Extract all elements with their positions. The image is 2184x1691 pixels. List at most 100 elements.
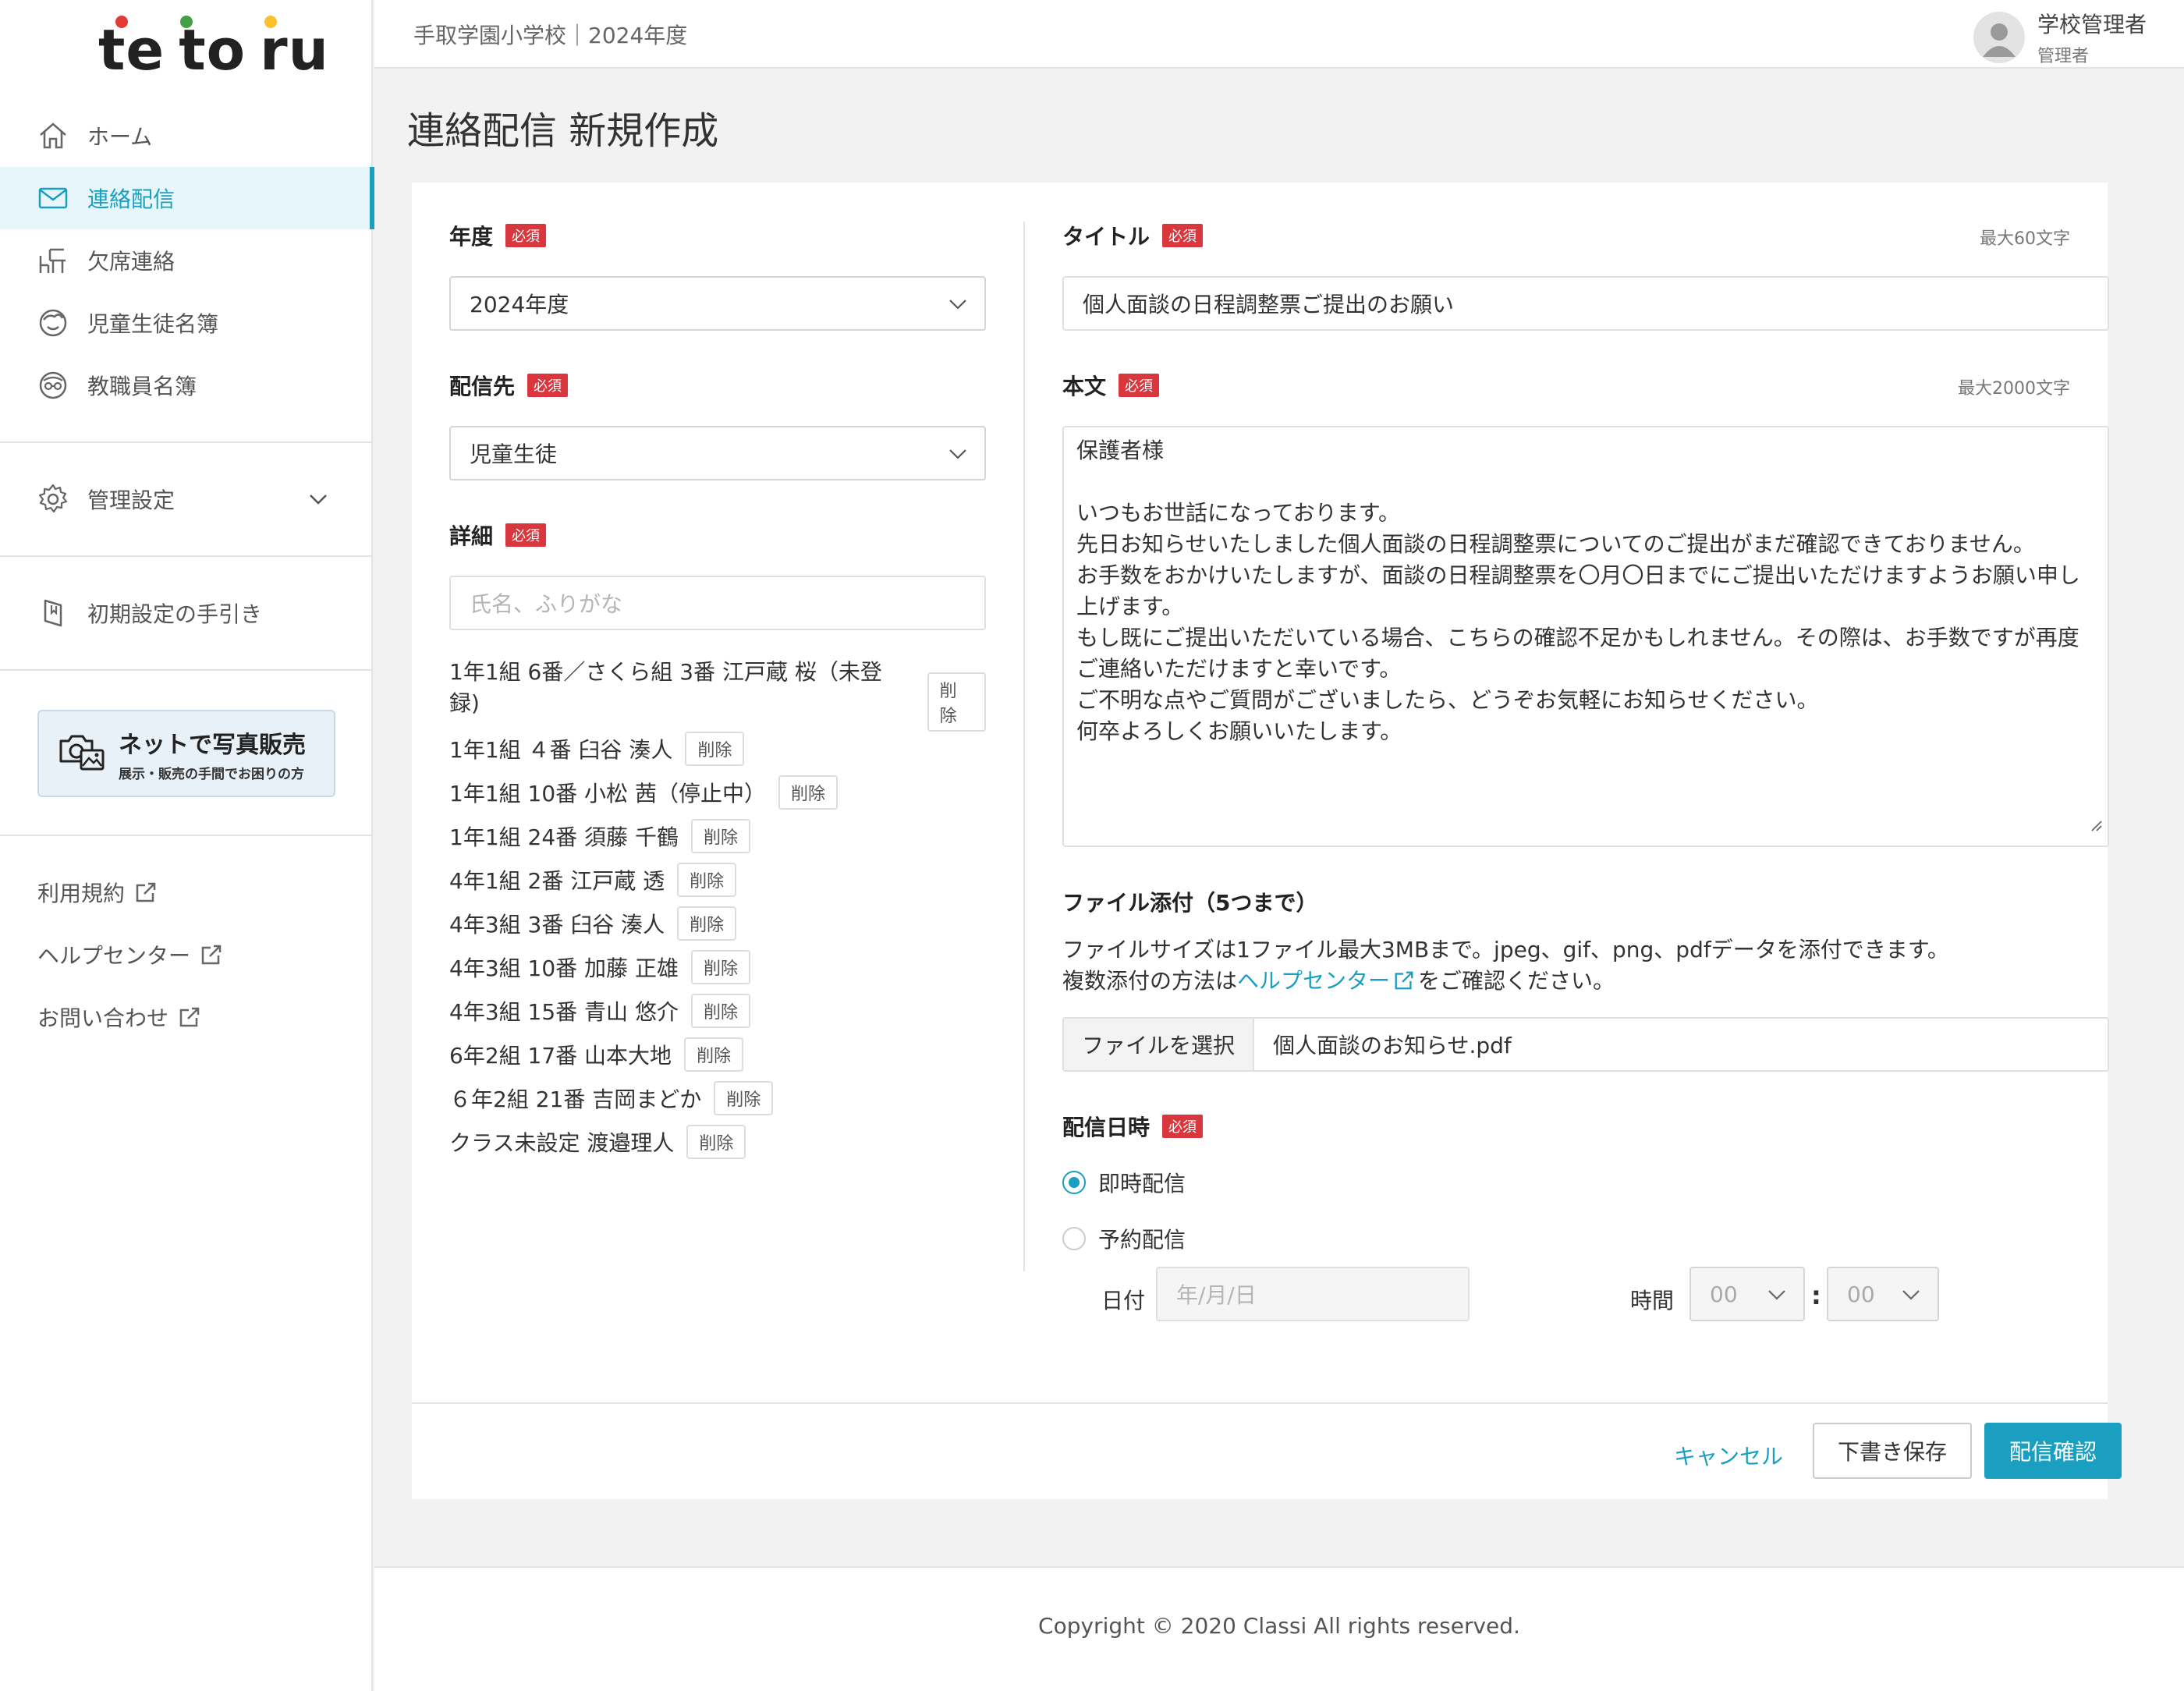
user-menu[interactable]: 学校管理者 管理者 — [1973, 8, 2147, 67]
sidebar-item-settings[interactable]: 管理設定 — [0, 468, 373, 530]
external-link-icon — [136, 882, 156, 902]
sidebar-nav: ホーム 連絡配信 欠席連絡 児童生徒名簿 教職員名簿 — [0, 105, 374, 417]
home-icon — [36, 119, 70, 153]
destination-select[interactable]: 児童生徒 — [449, 426, 986, 480]
sidebar-links: 利用規約 ヘルプセンター お問い合わせ — [37, 861, 223, 1048]
delete-recipient-button[interactable]: 削除 — [927, 672, 986, 732]
selected-file-name: 個人面談のお知らせ.pdf — [1273, 1033, 1512, 1058]
chevron-down-icon — [1902, 1290, 1920, 1300]
body-label: 本文 必須 — [1062, 370, 1160, 401]
delete-recipient-button[interactable]: 削除 — [690, 819, 750, 853]
column-divider — [1023, 222, 1025, 1271]
list-item: 4年1組 2番 江戸蔵 透削除 — [449, 863, 737, 897]
sidebar-item-staff[interactable]: 教職員名簿 — [0, 354, 373, 417]
logo-dot-red — [115, 16, 128, 28]
tetoru-logo[interactable]: te to ru — [98, 16, 329, 78]
body-limit-hint: 最大2000文字 — [1958, 379, 2070, 399]
copyright-text: Copyright © 2020 Classi All rights reser… — [1038, 1613, 1520, 1639]
sidebar-item-label: 管理設定 — [87, 487, 176, 513]
logo-dot-yellow — [264, 16, 278, 28]
confirm-delivery-button[interactable]: 配信確認 — [1984, 1423, 2122, 1479]
date-input[interactable]: 年/月/日 — [1156, 1267, 1470, 1321]
delete-recipient-button[interactable]: 削除 — [684, 1037, 744, 1072]
required-badge: 必須 — [527, 374, 569, 397]
sidebar-item-label: ホーム — [87, 124, 153, 150]
date-label: 日付 — [1101, 1288, 1146, 1313]
recipient-search-input[interactable]: 氏名、ふりがな — [449, 576, 986, 630]
school-year-label: 手取学園小学校｜2024年度 — [413, 23, 688, 48]
body-textarea[interactable]: 保護者様 いつもお世話になっております。 先日お知らせいたしました個人面談の日程… — [1062, 426, 2109, 847]
list-item: 4年3組 10番 加藤 正雄 削除 — [449, 950, 750, 984]
list-item: 1年1組 6番／さくら組 3番 江戸蔵 桜（未登 録) 削除 — [449, 657, 986, 732]
sidebar-item-students[interactable]: 児童生徒名簿 — [0, 292, 373, 354]
delete-recipient-button[interactable]: 削除 — [685, 732, 745, 766]
book-icon — [36, 596, 70, 630]
required-badge: 必須 — [505, 224, 547, 247]
gear-icon — [36, 482, 70, 516]
sidebar-item-home[interactable]: ホーム — [0, 105, 373, 167]
list-item: 1年1組 10番 小松 茜（停止中） 削除 — [449, 775, 838, 810]
list-item: クラス未設定 渡邉理人 削除 — [449, 1125, 746, 1159]
delete-recipient-button[interactable]: 削除 — [686, 1125, 746, 1159]
banner-title: ネットで写真販売 — [119, 731, 306, 759]
list-item: 1年1組 ４番 臼谷 湊人 削除 — [449, 732, 745, 766]
delete-recipient-button[interactable]: 削除 — [690, 950, 750, 984]
choose-file-button[interactable]: ファイルを選択 — [1064, 1019, 1254, 1070]
sidebar-item-setup-guide[interactable]: 初期設定の手引き — [0, 582, 373, 644]
sidebar-item-absence[interactable]: 欠席連絡 — [0, 229, 373, 292]
required-badge: 必須 — [1162, 1115, 1204, 1138]
resize-handle-icon[interactable] — [2089, 810, 2103, 841]
teacher-face-icon — [36, 368, 70, 402]
terms-link[interactable]: 利用規約 — [37, 861, 223, 923]
photo-sales-banner[interactable]: ネットで写真販売 展示・販売の手間でお困りの方 — [37, 710, 335, 797]
cancel-button[interactable]: キャンセル — [1666, 1427, 1791, 1484]
top-header: 手取学園小学校｜2024年度 学校管理者 管理者 — [374, 0, 2184, 69]
sidebar-item-messages[interactable]: 連絡配信 — [0, 167, 374, 229]
radio-button[interactable] — [1062, 1227, 1086, 1250]
help-center-inline-link[interactable]: ヘルプセンター — [1237, 968, 1418, 994]
radio-scheduled[interactable]: 予約配信 — [1062, 1223, 1186, 1254]
list-item: ６年2組 21番 吉岡まどか 削除 — [449, 1081, 774, 1115]
hour-select[interactable]: 00 — [1689, 1267, 1805, 1321]
schedule-label: 配信日時 必須 — [1062, 1111, 1204, 1142]
chevron-down-icon — [949, 449, 966, 459]
chevron-down-icon — [1768, 1290, 1785, 1300]
delete-recipient-button[interactable]: 削除 — [690, 994, 750, 1028]
title-label: タイトル 必須 — [1062, 220, 1204, 251]
radio-button[interactable] — [1062, 1171, 1086, 1194]
desk-icon — [36, 243, 70, 278]
logo-dot-green — [180, 16, 193, 28]
delete-recipient-button[interactable]: 削除 — [677, 906, 737, 941]
external-link-icon — [1395, 971, 1413, 990]
student-face-icon — [36, 306, 70, 340]
user-role: 管理者 — [2037, 47, 2089, 66]
help-center-link[interactable]: ヘルプセンター — [37, 923, 223, 986]
sidebar: te to ru ホーム 連絡配信 欠席連絡 児童生徒名簿 教職員名簿 管理設定… — [0, 0, 374, 1691]
attachment-description: ファイルサイズは1ファイル最大3MBまで。jpeg、gif、png、pdfデータ… — [1062, 937, 1949, 994]
sidebar-item-label: 連絡配信 — [87, 186, 176, 212]
contact-link[interactable]: お問い合わせ — [37, 986, 223, 1048]
list-item: 4年3組 15番 青山 悠介 削除 — [449, 994, 750, 1028]
destination-label: 配信先 必須 — [449, 370, 569, 401]
minute-select[interactable]: 00 — [1827, 1267, 1939, 1321]
year-select[interactable]: 2024年度 — [449, 276, 986, 331]
detail-label: 詳細 必須 — [449, 519, 547, 551]
chevron-down-icon — [307, 488, 329, 516]
radio-immediate[interactable]: 即時配信 — [1062, 1167, 1186, 1198]
delete-recipient-button[interactable]: 削除 — [714, 1081, 774, 1115]
required-badge: 必須 — [1162, 224, 1204, 247]
external-link-icon — [179, 1007, 200, 1027]
delete-recipient-button[interactable]: 削除 — [677, 863, 737, 897]
list-item: 1年1組 24番 須藤 千鶴 削除 — [449, 819, 750, 853]
page-footer: Copyright © 2020 Classi All rights reser… — [374, 1566, 2184, 1691]
list-item: 4年3組 3番 臼谷 湊人 削除 — [449, 906, 737, 941]
message-form-card: 年度 必須 2024年度 配信先 必須 児童生徒 詳細 必須 氏名、ふりがな 1年1組… — [412, 183, 2122, 1499]
delete-recipient-button[interactable]: 削除 — [778, 775, 838, 810]
sidebar-item-label: 児童生徒名簿 — [87, 311, 219, 337]
camera-photo-icon — [58, 730, 108, 777]
sidebar-item-label: 初期設定の手引き — [87, 601, 263, 627]
title-input[interactable]: 個人面談の日程調整票ご提出のお願い — [1062, 276, 2109, 331]
save-draft-button[interactable]: 下書き保存 — [1813, 1423, 1972, 1479]
list-item: 6年2組 17番 山本大地 削除 — [449, 1037, 744, 1072]
sidebar-item-label: 欠席連絡 — [87, 249, 176, 275]
